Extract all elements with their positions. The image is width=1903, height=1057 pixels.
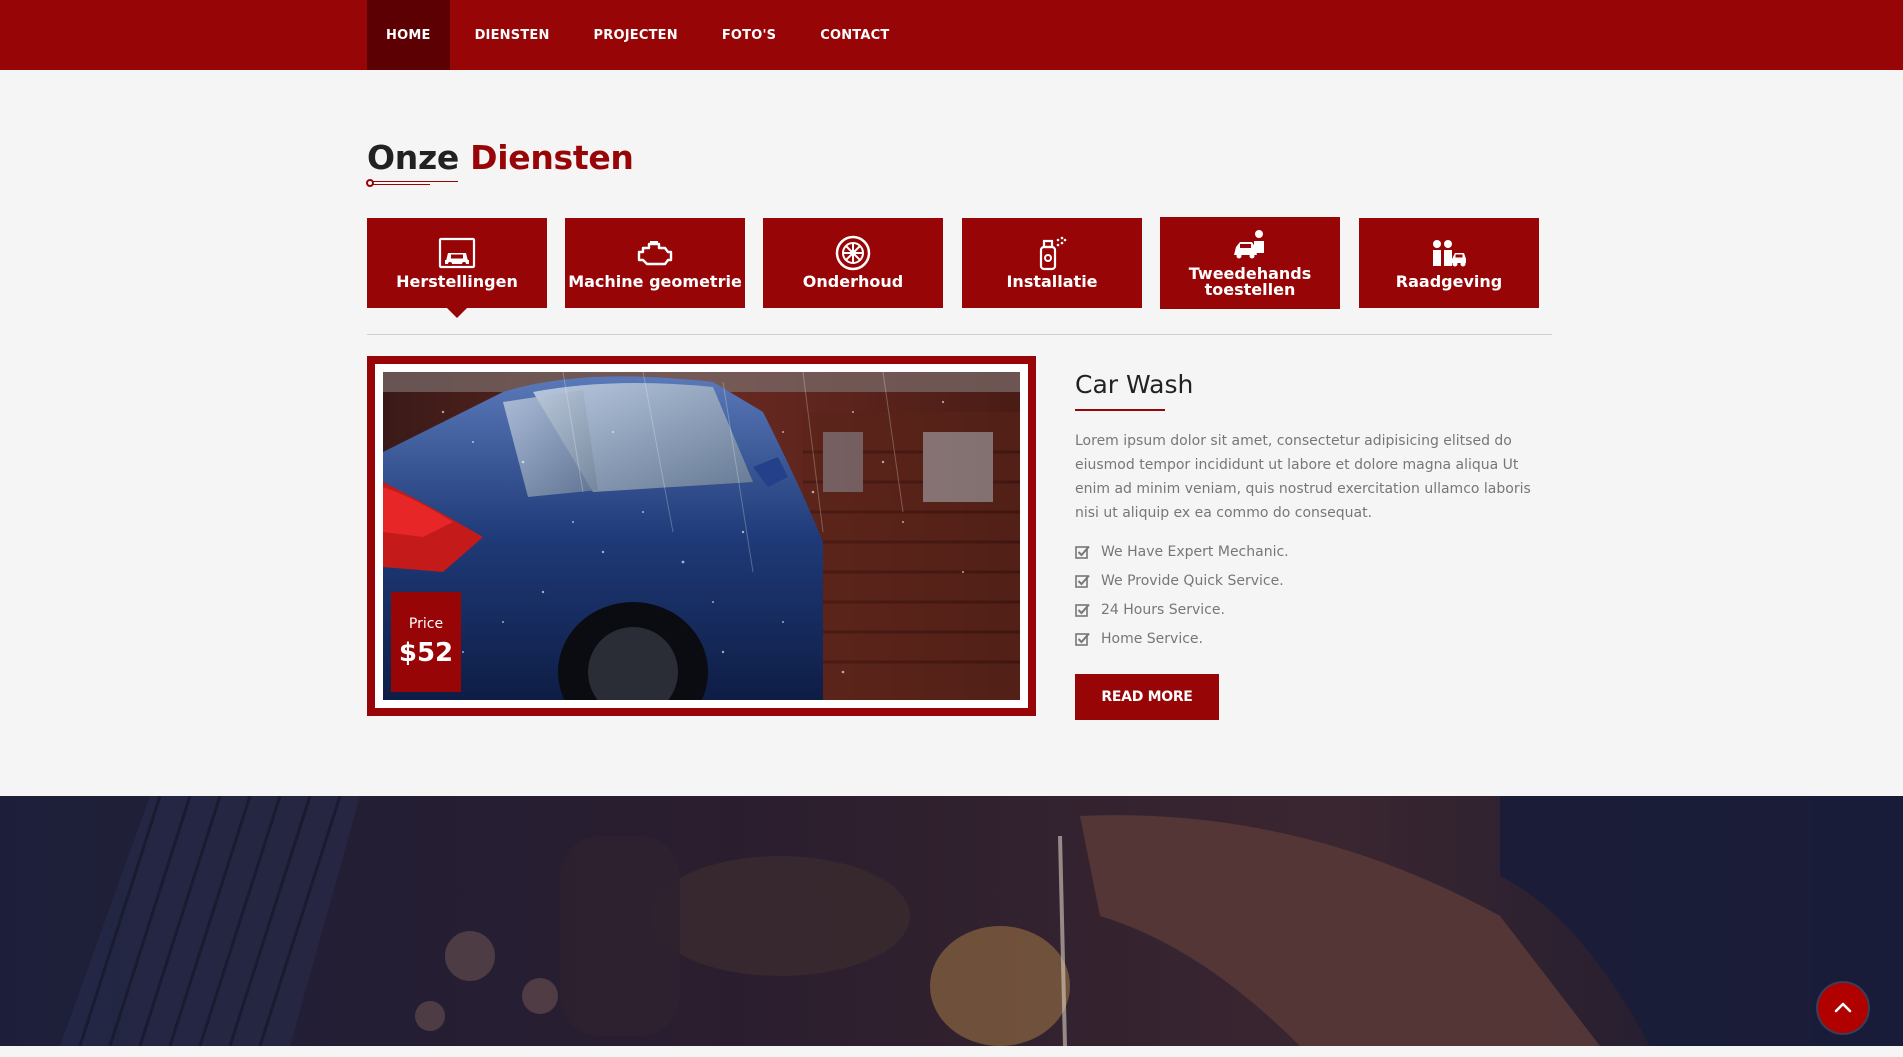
spray-bottle-icon [1033, 236, 1071, 271]
tab-label: Raadgeving [1395, 272, 1503, 291]
list-item: We Provide Quick Service. [1075, 566, 1555, 595]
list-item: 24 Hours Service. [1075, 595, 1555, 624]
tab-label: Onderhoud [802, 272, 904, 291]
title-underline [366, 178, 458, 188]
list-item: Home Service. [1075, 624, 1555, 653]
car-wash-photo: Price $52 [383, 372, 1020, 700]
tab-label: Installatie [1006, 272, 1098, 291]
service-detail: Car Wash Lorem ipsum dolor sit amet, con… [1075, 370, 1555, 720]
tab-raadgeving[interactable]: Raadgeving [1359, 218, 1539, 308]
tab-label: Tweedehands toestellen [1188, 264, 1312, 299]
checkbox-check-icon [1075, 574, 1091, 588]
checkbox-check-icon [1075, 603, 1091, 617]
scroll-to-top-button[interactable] [1818, 983, 1868, 1033]
section-title-part2: Diensten [470, 138, 634, 177]
service-image-card: Price $52 [367, 356, 1036, 716]
nav-item-diensten[interactable]: DIENSTEN [456, 0, 569, 70]
list-item: We Have Expert Mechanic. [1075, 537, 1555, 566]
price-value: $52 [398, 638, 454, 668]
section-title-part1: Onze [367, 138, 459, 177]
read-more-button[interactable]: READ MORE [1075, 674, 1219, 720]
car-person-icon [1231, 228, 1269, 262]
engine-background-banner [0, 796, 1903, 1046]
price-badge: Price $52 [391, 592, 461, 692]
nav-menu: HOME DIENSTEN PROJECTEN FOTO'S CONTACT [367, 0, 908, 70]
tab-onderhoud[interactable]: Onderhoud [763, 218, 943, 308]
tab-machine-geometrie[interactable]: Machine geometrie [565, 218, 745, 308]
tab-label: Herstellingen [396, 272, 518, 291]
tab-label: Machine geometrie [568, 272, 742, 291]
chevron-up-icon [1833, 999, 1853, 1018]
consultation-icon [1430, 236, 1468, 270]
tab-installatie[interactable]: Installatie [962, 218, 1142, 308]
feature-text: Home Service. [1101, 630, 1203, 647]
feature-list: We Have Expert Mechanic. We Provide Quic… [1075, 537, 1555, 653]
top-navigation: HOME DIENSTEN PROJECTEN FOTO'S CONTACT [0, 0, 1903, 70]
tabs-divider [367, 334, 1552, 335]
tab-herstellingen[interactable]: Herstellingen [367, 218, 547, 318]
feature-text: We Have Expert Mechanic. [1101, 543, 1289, 560]
price-label: Price [408, 616, 444, 632]
nav-item-contact[interactable]: CONTACT [801, 0, 908, 70]
section-title: Onze Diensten [367, 138, 634, 177]
tab-tweedehands-toestellen[interactable]: Tweedehands toestellen [1160, 217, 1340, 309]
nav-item-home[interactable]: HOME [367, 0, 450, 70]
engine-icon [636, 236, 674, 270]
car-lift-icon [438, 236, 476, 270]
wheel-icon [834, 235, 872, 271]
nav-item-projecten[interactable]: PROJECTEN [575, 0, 697, 70]
nav-item-fotos[interactable]: FOTO'S [703, 0, 795, 70]
service-title: Car Wash [1075, 370, 1194, 399]
service-title-underline [1075, 409, 1165, 411]
service-description: Lorem ipsum dolor sit amet, consectetur … [1075, 433, 1531, 521]
checkbox-check-icon [1075, 545, 1091, 559]
feature-text: We Provide Quick Service. [1101, 572, 1284, 589]
checkbox-check-icon [1075, 632, 1091, 646]
feature-text: 24 Hours Service. [1101, 601, 1225, 618]
